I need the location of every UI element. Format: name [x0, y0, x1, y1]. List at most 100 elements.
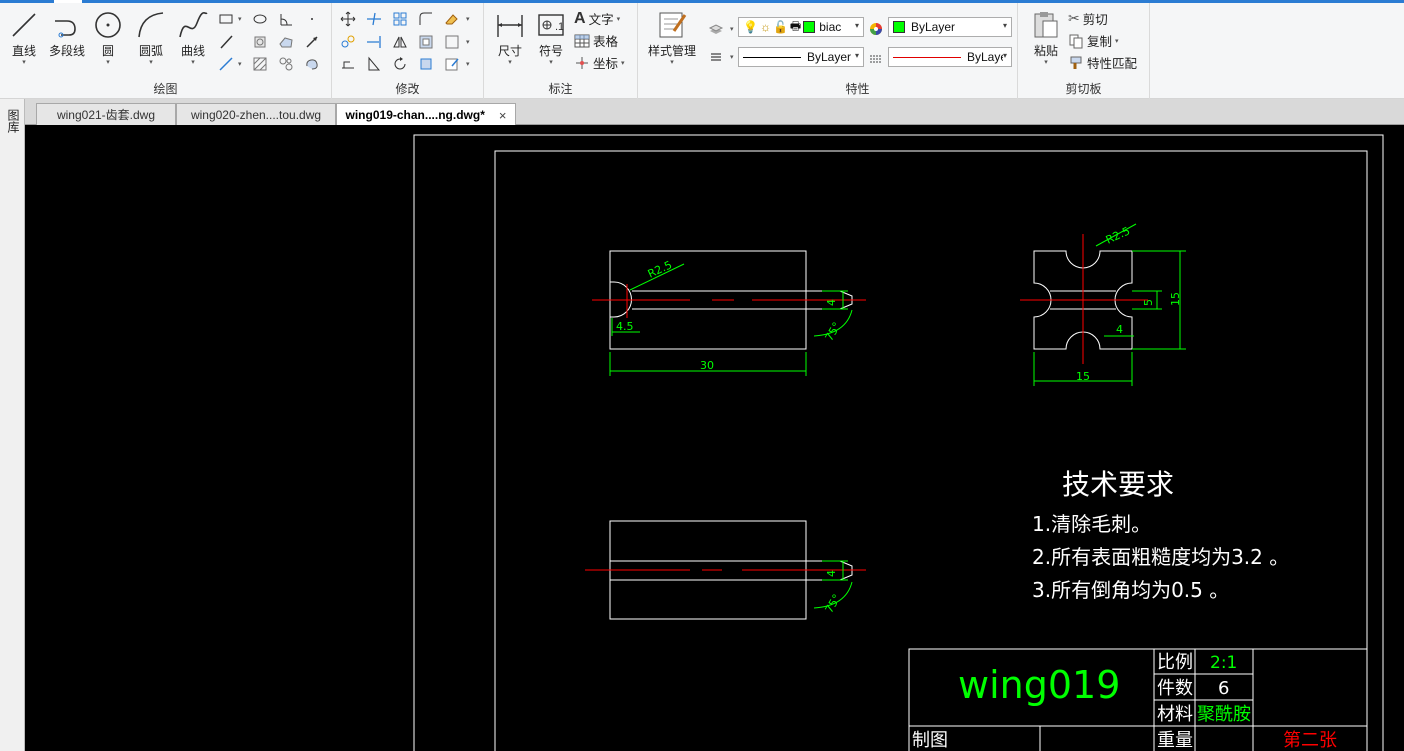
chevron-down-icon[interactable]: ▾: [466, 38, 470, 46]
scale-label: 比例: [1157, 652, 1193, 673]
lineweight-list-tool[interactable]: [866, 49, 886, 69]
region-tool[interactable]: [250, 32, 270, 52]
dimension-angle-tool[interactable]: [276, 9, 296, 29]
drawing-svg: R2.5 4.5 30 4 75° R2.5 15 5 4 15 4 75° 技…: [413, 134, 1384, 751]
dim-slot-label: 5: [1142, 299, 1155, 306]
lineweight-preview: [893, 56, 961, 58]
copy-button[interactable]: 复制 ▾: [1068, 31, 1119, 50]
chevron-down-icon[interactable]: ▾: [238, 60, 242, 68]
stretch-tool[interactable]: [338, 54, 358, 74]
layer-value: biac: [819, 20, 842, 34]
chevron-down-icon[interactable]: ▾: [466, 60, 470, 68]
ribbon: 直线 ▾ 多段线 圆 ▾ 圆弧 ▾ 曲线 ▾ ▾ ▾ 绘图 ▾ ▾ ▾ 修改 尺…: [0, 3, 1404, 99]
dim-width-label: 4: [825, 570, 838, 577]
array-tool[interactable]: [390, 9, 410, 29]
move-tool[interactable]: [338, 9, 358, 29]
copy-label: 复制: [1087, 35, 1113, 49]
wipeout-tool[interactable]: [276, 32, 296, 52]
drawing-canvas[interactable]: R2.5 4.5 30 4 75° R2.5 15 5 4 15 4 75° 技…: [25, 125, 1404, 751]
lengthen-tool[interactable]: [364, 54, 384, 74]
stretch-icon: [342, 61, 354, 69]
xline-tool[interactable]: [216, 54, 236, 74]
symbol-button[interactable]: .1 符号 ▾: [534, 9, 568, 67]
paste-icon: [1034, 12, 1058, 38]
lineweight-dropdown[interactable]: ByLayer ▾: [888, 47, 1012, 67]
library-side-strip[interactable]: 图库: [0, 99, 25, 751]
dimension-label: 尺寸: [497, 44, 522, 58]
line-button[interactable]: 直线 ▾: [6, 9, 42, 67]
chevron-down-icon: ▾: [22, 59, 26, 66]
dim-depth-label: 4: [1116, 323, 1123, 336]
layer-color-swatch: [803, 21, 816, 33]
ellipse-icon: [253, 14, 267, 24]
part-name: wing019: [958, 663, 1120, 707]
layer-properties-tool[interactable]: [706, 19, 726, 39]
color-dropdown[interactable]: ByLayer ▾: [888, 17, 1012, 37]
revcloud-tool[interactable]: [302, 54, 322, 74]
color-wheel-tool[interactable]: [866, 19, 886, 39]
document-tab-active[interactable]: wing019-chan....ng.dwg* ×: [336, 103, 516, 126]
chevron-down-icon[interactable]: ▾: [238, 15, 242, 23]
linetype-dropdown[interactable]: ByLayer ▾: [738, 47, 864, 67]
match-properties-button[interactable]: 特性匹配: [1068, 53, 1137, 72]
point-tool[interactable]: [302, 9, 322, 29]
chevron-down-icon: ▾: [616, 15, 621, 23]
cut-button[interactable]: ✂ 剪切: [1068, 9, 1108, 28]
chevron-down-icon: ▾: [149, 59, 153, 66]
text-button[interactable]: A 文字 ▾: [574, 9, 620, 28]
erase-tool[interactable]: [442, 9, 462, 29]
scale-tool[interactable]: [442, 32, 462, 52]
ellipse-tool[interactable]: [250, 9, 270, 29]
chevron-down-icon[interactable]: ▾: [730, 25, 734, 33]
style-manager-button[interactable]: 样式管理 ▾: [644, 9, 700, 67]
tech-requirements: 技术要求 1.清除毛刺。 2.所有表面粗糙度均为3.2 。 3.所有倒角均为0.…: [1032, 468, 1289, 602]
lineweight-tool[interactable]: [706, 47, 726, 67]
extend-tool[interactable]: [364, 32, 384, 52]
copy-object-tool[interactable]: [338, 32, 358, 52]
document-tab-title: wing021-齿套.dwg: [56, 108, 156, 122]
rotate-tool[interactable]: [390, 54, 410, 74]
circle-button[interactable]: 圆 ▾: [92, 9, 124, 67]
explode-tool[interactable]: [416, 54, 436, 74]
rotate-icon: [394, 57, 406, 70]
construction-line-tool[interactable]: [216, 32, 236, 52]
arc-button[interactable]: 圆弧 ▾: [132, 9, 170, 67]
chevron-down-icon: ▾: [621, 59, 625, 67]
paste-button[interactable]: 粘贴 ▾: [1028, 9, 1064, 67]
coordinate-button[interactable]: 坐标 ▾: [574, 53, 625, 72]
properties-panel-label: 特性: [845, 82, 870, 96]
lightbulb-icon: 💡: [743, 20, 758, 34]
svg-text:.1: .1: [555, 21, 564, 33]
document-tab[interactable]: wing021-齿套.dwg: [36, 103, 176, 125]
wipeout-icon: [279, 37, 293, 48]
fillet-tool[interactable]: [416, 9, 436, 29]
trim-tool[interactable]: [364, 9, 384, 29]
chevron-down-icon: ▾: [1115, 37, 1119, 45]
mirror-tool[interactable]: [390, 32, 410, 52]
symbol-icon: .1: [538, 14, 564, 36]
document-tab[interactable]: wing020-zhen....tou.dwg: [176, 103, 336, 125]
offset-tool[interactable]: [416, 32, 436, 52]
match-properties-icon: [1070, 56, 1082, 69]
coordinate-icon: [576, 56, 588, 69]
boundary-tool[interactable]: [276, 54, 296, 74]
polyline-button[interactable]: 多段线: [46, 9, 88, 59]
linetype-preview: [743, 56, 801, 58]
xline-icon: [220, 35, 233, 49]
bottom-view: 4 75°: [585, 520, 866, 620]
eraser-icon: [445, 14, 458, 25]
edit-tool[interactable]: [442, 54, 462, 74]
close-tab-icon[interactable]: ×: [499, 108, 507, 123]
dimension-button[interactable]: 尺寸 ▾: [492, 9, 528, 67]
chevron-down-icon[interactable]: ▾: [466, 15, 470, 23]
chevron-down-icon[interactable]: ▾: [730, 53, 734, 61]
curve-button[interactable]: 曲线 ▾: [175, 9, 211, 67]
hatch-tool[interactable]: [250, 54, 270, 74]
move-icon: [340, 11, 356, 27]
sheet-outer-border: [413, 134, 1384, 751]
chevron-down-icon: ▾: [1002, 51, 1007, 60]
layer-dropdown[interactable]: 💡 ☼ 🔓 🖶 biac ▾: [738, 17, 864, 37]
rectangle-tool[interactable]: [216, 9, 236, 29]
ray-tool[interactable]: [302, 32, 322, 52]
table-button[interactable]: 表格: [574, 31, 618, 50]
